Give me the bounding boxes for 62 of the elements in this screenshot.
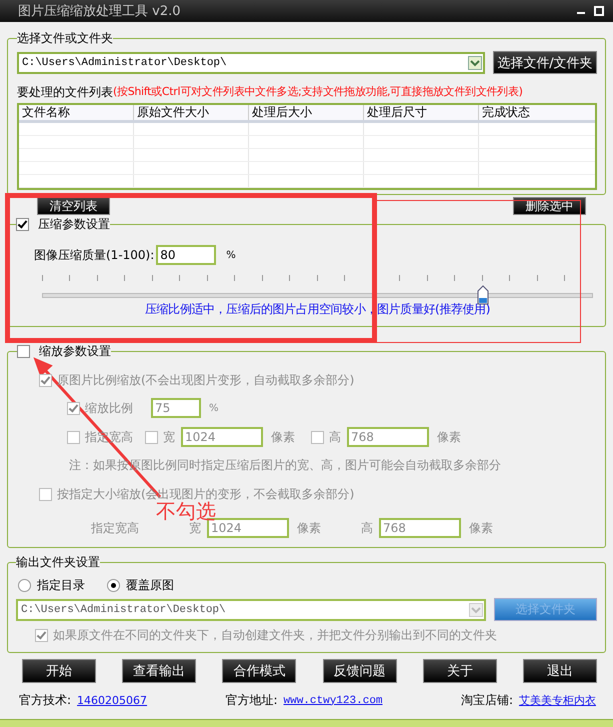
checkbox[interactable]: [67, 402, 80, 414]
checkbox[interactable]: [39, 488, 52, 500]
path-combo[interactable]: C:\Users\Administrator\Desktop\: [17, 52, 485, 74]
link[interactable]: www.ctwy123.com: [284, 694, 383, 706]
group-title: 选择文件或文件夹: [17, 30, 113, 47]
radio-button[interactable]: [18, 579, 31, 592]
size-label: 指定宽高: [91, 520, 140, 536]
action-button[interactable]: 查看输出: [122, 659, 196, 683]
link[interactable]: 艾美美专柜内衣: [518, 693, 596, 708]
group-title: 压缩参数设置: [38, 216, 110, 233]
option-label: 覆盖原图: [126, 577, 174, 594]
action-button[interactable]: 开始: [22, 659, 96, 683]
option-label: 如果原文件在不同的文件夹下，自动创建文件夹，并把文件分别输出到不同的文件夹: [53, 627, 497, 644]
unit-label: %: [226, 250, 236, 260]
unit-label: 像素: [297, 520, 321, 536]
option-label: 缩放比例: [85, 400, 134, 416]
checkbox[interactable]: [39, 374, 52, 386]
dropdown-icon[interactable]: [468, 56, 482, 70]
list-hint: (按Shift或Ctrl可对文件列表中文件多选;支持文件拖放功能,可直接拖放文件到文件列表): [113, 84, 523, 100]
unit-label: 像素: [271, 428, 295, 446]
unit-label: %: [209, 402, 219, 414]
action-button[interactable]: 退出: [522, 659, 597, 683]
group-title: 缩放参数设置: [39, 343, 111, 360]
column-header[interactable]: 处理后大小: [249, 105, 364, 120]
group-title: 输出文件夹设置: [16, 554, 100, 571]
annotation-text: 不勾选: [156, 502, 216, 521]
link-label: 官方地址:: [225, 692, 278, 709]
link[interactable]: 1460205067: [77, 694, 148, 707]
column-header[interactable]: 原始文件大小: [134, 105, 249, 120]
action-button[interactable]: 合作模式: [222, 659, 296, 683]
column-header[interactable]: 文件名称: [19, 105, 134, 120]
link-label: 官方技术:: [19, 692, 72, 709]
height-label: 高: [361, 520, 373, 536]
option-label: 原图片比例缩放(不会出现图片变形，自动截取多余部分): [57, 372, 354, 388]
option-label: 指定目录: [37, 577, 85, 594]
link-label: 淘宝店铺:: [460, 692, 513, 709]
clear-list-button[interactable]: 清空列表: [37, 197, 110, 215]
height-label: 高: [329, 428, 341, 446]
window-title: 图片压缩缩放处理工具 v2.0: [18, 3, 180, 20]
checkbox[interactable]: [35, 629, 48, 642]
action-button[interactable]: 关于: [422, 659, 497, 683]
slider-thumb[interactable]: [476, 285, 489, 305]
checkbox[interactable]: [311, 430, 324, 444]
path-combo[interactable]: C:\Users\Administrator\Desktop\: [16, 598, 486, 620]
browse-button[interactable]: 选择文件/文件夹: [493, 51, 597, 74]
unit-label: 像素: [437, 428, 461, 446]
checkbox[interactable]: [17, 345, 30, 358]
quality-slider[interactable]: [42, 275, 593, 305]
checkbox[interactable]: [67, 430, 80, 444]
radio-button[interactable]: [107, 579, 120, 592]
maximize-icon[interactable]: [593, 5, 605, 17]
action-button[interactable]: 反馈问题: [322, 659, 397, 683]
quality-label: 图像压缩质量(1-100):: [34, 246, 154, 264]
column-header[interactable]: 处理后尺寸: [364, 105, 479, 120]
width-label: 宽: [163, 428, 175, 446]
width-label: 宽: [189, 520, 201, 536]
unit-label: 像素: [469, 520, 493, 536]
quality-field[interactable]: 80: [156, 245, 216, 265]
checkbox[interactable]: [145, 430, 158, 444]
list-label: 要处理的文件列表: [17, 84, 113, 101]
checkbox[interactable]: [16, 218, 29, 231]
column-header[interactable]: 完成状态: [479, 105, 595, 120]
